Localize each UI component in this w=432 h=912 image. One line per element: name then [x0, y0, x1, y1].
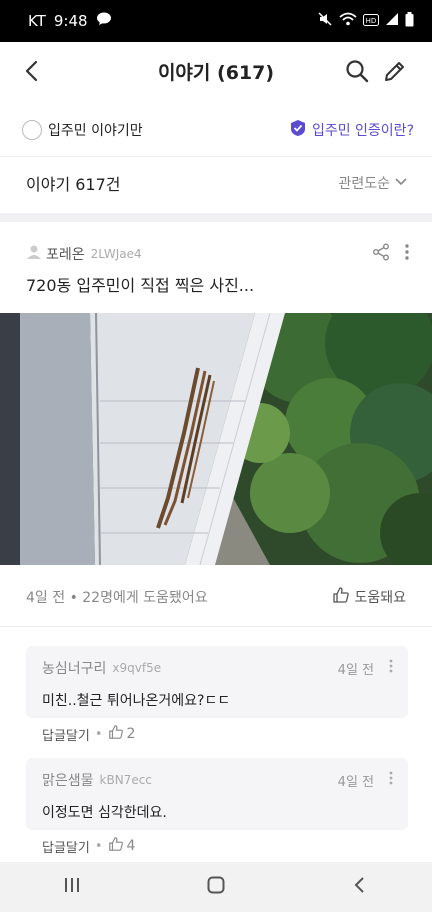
signal-icon [385, 12, 399, 30]
list-summary-row: 이야기 617건 관련도순 [0, 160, 432, 206]
thumbs-up-icon [108, 836, 124, 856]
comment-like-button[interactable]: 4 [108, 836, 136, 856]
carrier-label: KT [28, 12, 46, 30]
comment-user-id: x9qvf5e [112, 661, 162, 675]
write-pencil-icon[interactable] [380, 56, 410, 86]
svg-text:HD: HD [366, 17, 377, 25]
search-icon[interactable] [342, 56, 372, 86]
separator-dot: • [94, 726, 103, 742]
post-meta: 4일 전 • 22명에게 도움됐어요 [26, 590, 208, 606]
post-meta-row: 4일 전 • 22명에게 도움됐어요 도움돼요 [26, 580, 406, 614]
resident-cert-label: 입주민 인증이란? [311, 123, 414, 139]
thumbs-up-icon [332, 586, 350, 608]
resident-only-radio[interactable] [22, 120, 42, 140]
helpful-label: 도움돼요 [354, 590, 406, 606]
comment-card: 맑은샘물 kBN7ecc 4일 전 이정도면 심각한데요. [26, 758, 408, 830]
system-back-button[interactable] [350, 875, 370, 899]
wifi-icon [339, 12, 357, 30]
share-icon[interactable] [372, 243, 390, 265]
comment-actions: 답글달기 • 4 [42, 836, 135, 856]
back-button[interactable] [18, 56, 48, 86]
comment-like-button[interactable]: 2 [108, 724, 136, 744]
chevron-down-icon [394, 174, 408, 192]
comment-like-count: 2 [126, 726, 136, 742]
post-title[interactable]: 720동 입주민이 직접 찍은 사진... [26, 272, 254, 296]
sort-label: 관련도순 [338, 176, 390, 192]
separator-dot: • [94, 838, 103, 854]
resident-only-label[interactable]: 입주민 이야기만 [48, 120, 143, 140]
page-title: 이야기 (617) [157, 61, 275, 84]
comment-user-id: kBN7ecc [99, 773, 152, 787]
comment-like-count: 4 [126, 838, 136, 854]
user-avatar-icon [26, 244, 42, 264]
comment-author[interactable]: 농심너구리 [42, 658, 106, 678]
more-vertical-icon[interactable] [388, 771, 394, 789]
home-button[interactable] [206, 875, 226, 899]
comment-time: 4일 전 [337, 774, 374, 790]
comment-author[interactable]: 맑은샘물 [42, 770, 94, 790]
post-header: 포레온 2LWJae4 [26, 238, 410, 270]
clock: 9:48 [53, 12, 88, 30]
recent-apps-button[interactable] [62, 876, 82, 898]
comment-time: 4일 전 [337, 662, 374, 678]
divider [0, 626, 432, 627]
comment-text: 이정도면 심각한데요. [42, 805, 167, 821]
story-count: 이야기 617건 [26, 175, 121, 194]
reply-button[interactable]: 답글달기 [42, 725, 90, 744]
status-bar: KT 9:48 HD [0, 0, 432, 42]
thumbs-up-icon [108, 724, 124, 744]
system-nav-bar [0, 862, 432, 912]
more-vertical-icon[interactable] [404, 243, 410, 265]
app-header: 이야기 (617) [0, 42, 432, 100]
filter-row: 입주민 이야기만 입주민 인증이란? [0, 110, 432, 150]
post-user-id: 2LWJae4 [90, 247, 142, 261]
divider [0, 156, 432, 157]
comment-card: 농심너구리 x9qvf5e 4일 전 미친..철근 튀어나온거에요?ㄷㄷ [26, 646, 408, 718]
resident-cert-link[interactable]: 입주민 인증이란? [289, 119, 414, 141]
mute-icon [317, 11, 333, 31]
hd-icon: HD [363, 12, 379, 30]
reply-button[interactable]: 답글달기 [42, 837, 90, 856]
helpful-button[interactable]: 도움돼요 [332, 586, 406, 608]
post-photo[interactable] [0, 313, 432, 565]
comment-text: 미친..철근 튀어나온거에요?ㄷㄷ [42, 693, 231, 709]
post-author[interactable]: 포레온 [46, 244, 85, 264]
more-vertical-icon[interactable] [388, 659, 394, 677]
sort-dropdown[interactable]: 관련도순 [338, 173, 408, 193]
chat-bubble-icon [96, 12, 112, 30]
comment-actions: 답글달기 • 2 [42, 724, 135, 744]
section-divider [0, 213, 432, 222]
verified-shield-icon [289, 119, 307, 141]
battery-icon [405, 11, 414, 31]
